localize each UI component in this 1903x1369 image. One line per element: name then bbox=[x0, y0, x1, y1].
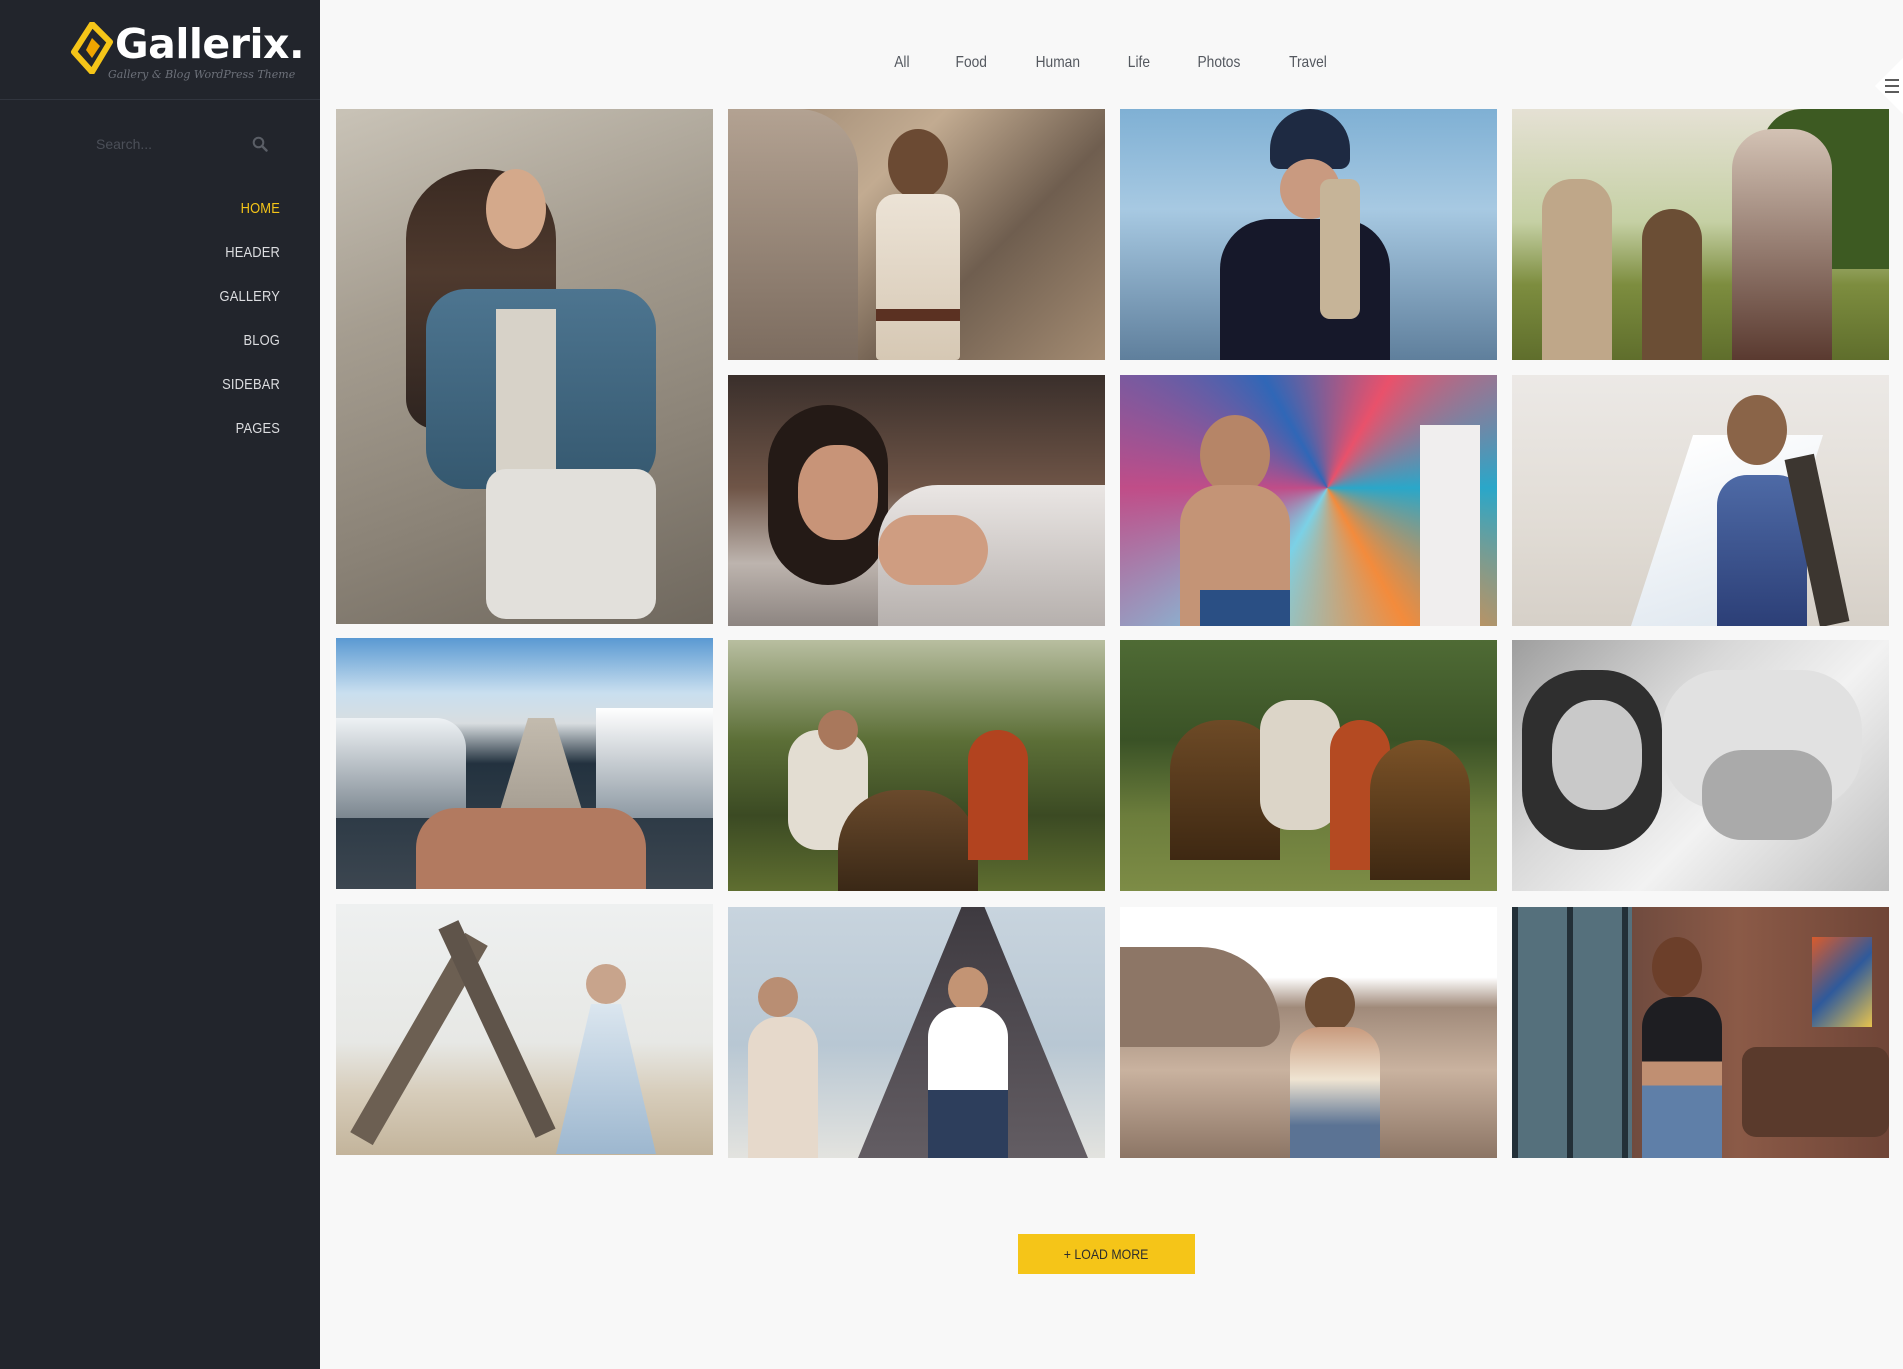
filter-life[interactable]: Life bbox=[1128, 54, 1150, 72]
hamburger-icon[interactable] bbox=[1855, 58, 1903, 114]
nav-item-header[interactable]: HEADER bbox=[108, 240, 280, 284]
brand-tagline: Gallery & Blog WordPress Theme bbox=[108, 68, 296, 81]
nav-item-blog[interactable]: BLOG bbox=[108, 328, 280, 372]
category-filters: All Food Human Life Photos Travel bbox=[320, 54, 1903, 72]
photo bbox=[1120, 640, 1497, 891]
search-icon[interactable] bbox=[252, 136, 268, 152]
photo bbox=[1512, 640, 1889, 891]
gallery-item[interactable] bbox=[1512, 907, 1889, 1158]
gallery-item[interactable] bbox=[1512, 109, 1889, 360]
filter-travel[interactable]: Travel bbox=[1289, 54, 1327, 72]
gallery-item[interactable] bbox=[728, 640, 1105, 891]
gallery-item[interactable] bbox=[1120, 907, 1497, 1158]
photo bbox=[728, 375, 1105, 626]
photo bbox=[728, 907, 1105, 1158]
gallery-item[interactable] bbox=[336, 904, 713, 1155]
gallery-item[interactable] bbox=[1512, 640, 1889, 891]
photo bbox=[1120, 907, 1497, 1158]
nav-item-pages[interactable]: PAGES bbox=[108, 416, 280, 460]
gallery-item[interactable] bbox=[728, 907, 1105, 1158]
main-nav: HOME HEADER GALLERY BLOG SIDEBAR PAGES bbox=[80, 196, 280, 460]
filter-food[interactable]: Food bbox=[956, 54, 987, 72]
filter-human[interactable]: Human bbox=[1035, 54, 1079, 72]
gallery-item[interactable] bbox=[728, 109, 1105, 360]
brand-name: Gallerix. bbox=[115, 20, 305, 68]
logo[interactable]: Gallerix. Gallery & Blog WordPress Theme bbox=[0, 0, 320, 100]
photo bbox=[1120, 375, 1497, 626]
photo bbox=[336, 638, 713, 889]
photo bbox=[1512, 907, 1889, 1158]
photo bbox=[1512, 109, 1889, 360]
load-more-label: + LOAD MORE bbox=[1064, 1246, 1149, 1262]
gallery-item[interactable] bbox=[1120, 375, 1497, 626]
nav-item-home[interactable]: HOME bbox=[108, 196, 280, 240]
gallery-item[interactable] bbox=[1512, 375, 1889, 626]
gallery-item[interactable] bbox=[336, 109, 713, 624]
gallery-item[interactable] bbox=[1120, 109, 1497, 360]
photo bbox=[336, 109, 713, 624]
photo bbox=[728, 640, 1105, 891]
nav-item-sidebar[interactable]: SIDEBAR bbox=[108, 372, 280, 416]
search-box bbox=[96, 131, 276, 157]
nav-item-gallery[interactable]: GALLERY bbox=[108, 284, 280, 328]
gallery-item[interactable] bbox=[1120, 640, 1497, 891]
filter-photos[interactable]: Photos bbox=[1198, 54, 1241, 72]
photo bbox=[1512, 375, 1889, 626]
logo-icon bbox=[71, 22, 113, 74]
search-input[interactable] bbox=[96, 131, 246, 157]
photo bbox=[1120, 109, 1497, 360]
photo bbox=[336, 904, 713, 1155]
sidebar: Gallerix. Gallery & Blog WordPress Theme… bbox=[0, 0, 320, 1369]
load-more-button[interactable]: + LOAD MORE bbox=[1018, 1234, 1195, 1274]
gallery-item[interactable] bbox=[336, 638, 713, 889]
filter-all[interactable]: All bbox=[894, 54, 909, 72]
gallery-item[interactable] bbox=[728, 375, 1105, 626]
photo bbox=[728, 109, 1105, 360]
